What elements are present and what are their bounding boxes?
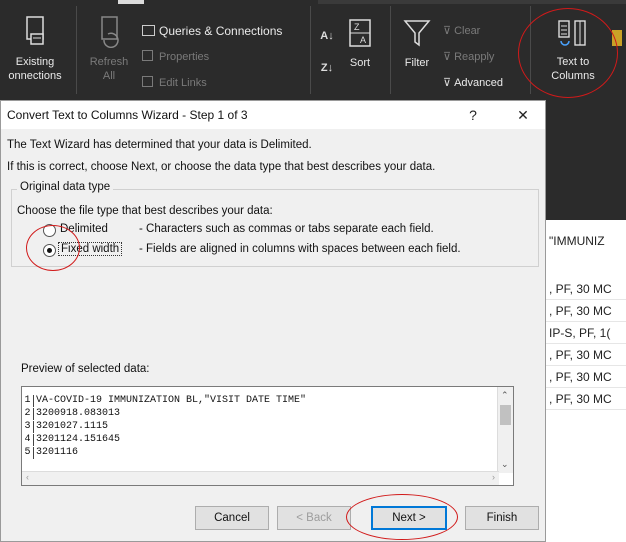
annotation-circle-next bbox=[346, 494, 458, 540]
advanced-filter-button[interactable]: ⊽ Advanced bbox=[443, 76, 503, 89]
filter-label: Filter bbox=[404, 57, 430, 69]
properties-button[interactable]: Properties bbox=[142, 50, 209, 63]
scroll-right-arrow-icon[interactable]: › bbox=[492, 472, 495, 482]
preview-horizontal-scrollbar[interactable]: ‹ › bbox=[22, 471, 499, 485]
delimited-description: - Characters such as commas or tabs sepa… bbox=[139, 223, 434, 235]
scrollbar-thumb[interactable] bbox=[500, 405, 511, 425]
ribbon-separator bbox=[76, 6, 77, 94]
clear-filter-button[interactable]: ⊽ Clear bbox=[443, 24, 480, 37]
svg-text:A: A bbox=[360, 35, 366, 45]
existing-connections-label: Existing onnections bbox=[8, 56, 62, 82]
advanced-label: Advanced bbox=[454, 77, 503, 89]
spreadsheet-dark-header bbox=[545, 100, 626, 220]
dialog-title: Convert Text to Columns Wizard - Step 1 … bbox=[7, 108, 248, 122]
preview-line-number: 5 bbox=[22, 447, 34, 459]
properties-icon bbox=[142, 50, 153, 61]
group-label: Original data type bbox=[17, 181, 114, 193]
existing-connections-icon bbox=[26, 16, 44, 45]
reapply-button[interactable]: ⊽ Reapply bbox=[443, 50, 494, 63]
spreadsheet-area: "IMMUNIZ , PF, 30 MC , PF, 30 MC IP-S, P… bbox=[545, 100, 626, 542]
sort-label: Sort bbox=[349, 57, 371, 69]
preview-line: 1 VA-COVID-19 IMMUNIZATION BL,"VISIT DATE… bbox=[22, 395, 306, 407]
properties-label: Properties bbox=[159, 51, 210, 63]
fixed-width-description: - Fields are aligned in columns with spa… bbox=[139, 243, 461, 255]
sheet-cell[interactable]: , PF, 30 MC bbox=[545, 300, 626, 322]
reapply-icon: ⊽ bbox=[443, 51, 452, 63]
annotation-circle-fixed-width bbox=[26, 225, 80, 271]
preview-line-text: 3201027.1115 bbox=[36, 421, 109, 432]
ribbon-tab-indicator bbox=[118, 0, 144, 4]
scroll-left-arrow-icon[interactable]: ‹ bbox=[26, 472, 29, 482]
convert-text-wizard-dialog: Convert Text to Columns Wizard - Step 1 … bbox=[0, 100, 546, 542]
ribbon-separator bbox=[310, 6, 311, 94]
queries-connections-button[interactable]: Queries & Connections bbox=[142, 24, 282, 38]
preview-line-text: 3201124.151645 bbox=[36, 434, 121, 445]
clear-label: Clear bbox=[454, 25, 481, 37]
sort-dialog-icon: ZA bbox=[349, 19, 371, 47]
svg-text:Z: Z bbox=[354, 22, 360, 32]
filter-funnel-icon bbox=[403, 20, 431, 47]
ribbon-separator bbox=[390, 6, 391, 94]
sort-ascending-icon: A↓ bbox=[320, 30, 334, 42]
preview-line-text: 3201116 bbox=[36, 447, 79, 458]
close-button[interactable]: ✕ bbox=[509, 101, 537, 129]
preview-line-text: VA-COVID-19 IMMUNIZATION BL,"VISIT DATE … bbox=[36, 395, 307, 406]
existing-connections-button[interactable]: Existing onnections bbox=[0, 14, 70, 83]
preview-line: 3 3201027.1115 bbox=[22, 421, 108, 433]
preview-label: Preview of selected data: bbox=[21, 363, 150, 375]
preview-line-number: 3 bbox=[22, 421, 34, 433]
filter-button[interactable]: Filter bbox=[398, 18, 436, 69]
choose-file-type-label: Choose the file type that best describes… bbox=[17, 205, 273, 217]
edit-links-label: Edit Links bbox=[159, 77, 207, 89]
scroll-up-arrow-icon[interactable]: ⌃ bbox=[501, 390, 509, 401]
sort-za-button[interactable]: Z↓ bbox=[316, 62, 338, 74]
ribbon-top-strip bbox=[318, 0, 626, 4]
sheet-cell[interactable]: , PF, 30 MC bbox=[545, 388, 626, 410]
cancel-button[interactable]: Cancel bbox=[195, 506, 269, 530]
queries-icon bbox=[142, 25, 155, 36]
data-preview-box[interactable]: 1 VA-COVID-19 IMMUNIZATION BL,"VISIT DATE… bbox=[21, 386, 514, 486]
sort-button[interactable]: ZA Sort bbox=[343, 18, 377, 69]
sheet-cell[interactable]: , PF, 30 MC bbox=[545, 344, 626, 366]
scroll-down-arrow-icon[interactable]: ⌄ bbox=[501, 459, 509, 470]
sheet-cell[interactable]: IP-S, PF, 1( bbox=[545, 322, 626, 344]
preview-line-number: 2 bbox=[22, 408, 34, 420]
preview-line-number: 1 bbox=[22, 395, 34, 407]
refresh-all-button[interactable]: Refresh All bbox=[86, 14, 132, 83]
clear-filter-icon: ⊽ bbox=[443, 25, 452, 37]
wizard-instruction-text: If this is correct, choose Next, or choo… bbox=[7, 161, 436, 173]
edit-links-icon bbox=[142, 76, 153, 87]
refresh-all-label: Refresh All bbox=[89, 56, 129, 82]
preview-line-number: 4 bbox=[22, 434, 34, 446]
preview-vertical-scrollbar[interactable]: ⌃ ⌄ bbox=[497, 387, 513, 473]
help-button[interactable]: ? bbox=[459, 101, 487, 129]
wizard-intro-text: The Text Wizard has determined that your… bbox=[7, 139, 312, 151]
queries-connections-label: Queries & Connections bbox=[159, 24, 283, 38]
advanced-filter-icon: ⊽ bbox=[443, 77, 452, 89]
sheet-cell[interactable]: "IMMUNIZ bbox=[545, 230, 626, 252]
preview-line: 4 3201124.151645 bbox=[22, 434, 120, 446]
sort-az-button[interactable]: A↓ bbox=[316, 30, 338, 42]
preview-line-text: 3200918.083013 bbox=[36, 408, 121, 419]
back-button[interactable]: < Back bbox=[277, 506, 351, 530]
sort-descending-icon: Z↓ bbox=[320, 62, 334, 74]
finish-button[interactable]: Finish bbox=[465, 506, 539, 530]
reapply-label: Reapply bbox=[454, 51, 495, 63]
sheet-cell[interactable]: , PF, 30 MC bbox=[545, 366, 626, 388]
sheet-cell[interactable]: , PF, 30 MC bbox=[545, 278, 626, 300]
annotation-circle-text-to-columns bbox=[518, 8, 618, 98]
preview-line: 5 3201116 bbox=[22, 447, 78, 459]
preview-line: 2 3200918.083013 bbox=[22, 408, 120, 420]
edit-links-button[interactable]: Edit Links bbox=[142, 76, 207, 89]
refresh-icon bbox=[101, 16, 119, 49]
